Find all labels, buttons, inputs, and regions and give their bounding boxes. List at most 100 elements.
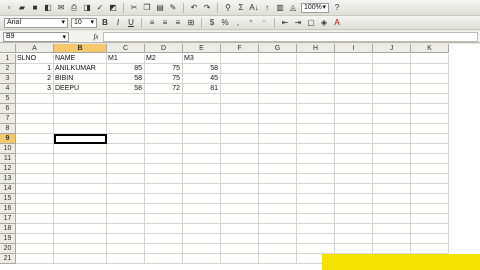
cell-d7[interactable] <box>145 114 183 124</box>
cell-a12[interactable] <box>16 164 54 174</box>
cell-k15[interactable] <box>411 194 449 204</box>
active-cell[interactable] <box>54 134 107 144</box>
row-header-5[interactable]: 5 <box>0 94 16 104</box>
formula-input[interactable] <box>103 31 478 42</box>
cell-i20[interactable] <box>335 244 373 254</box>
cell-j4[interactable] <box>373 84 411 94</box>
cell-e15[interactable] <box>183 194 221 204</box>
cell-d1[interactable]: M2 <box>145 54 183 64</box>
cell-b2[interactable]: ANILKUMAR <box>54 64 107 74</box>
cell-g12[interactable] <box>259 164 297 174</box>
cell-a14[interactable] <box>16 184 54 194</box>
cell-i7[interactable] <box>335 114 373 124</box>
cell-f12[interactable] <box>221 164 259 174</box>
fill-color-icon[interactable]: ◈ <box>319 18 329 28</box>
comma-style-icon[interactable]: , <box>233 18 243 28</box>
email-icon[interactable]: ✉ <box>56 3 66 13</box>
cell-c16[interactable] <box>107 204 145 214</box>
cell-j2[interactable] <box>373 64 411 74</box>
merge-center-icon[interactable]: ⊞ <box>186 18 196 28</box>
cell-a18[interactable] <box>16 224 54 234</box>
cell-c21[interactable] <box>107 254 145 264</box>
cell-k13[interactable] <box>411 174 449 184</box>
cell-j11[interactable] <box>373 154 411 164</box>
row-header-18[interactable]: 18 <box>0 224 16 234</box>
row-header-8[interactable]: 8 <box>0 124 16 134</box>
row-header-10[interactable]: 10 <box>0 144 16 154</box>
name-box[interactable]: B9 ▾ <box>3 31 69 42</box>
row-header-1[interactable]: 1 <box>0 54 16 64</box>
cell-k9[interactable] <box>411 134 449 144</box>
cell-b3[interactable]: BIBIN <box>54 74 107 84</box>
cell-c13[interactable] <box>107 174 145 184</box>
cell-k16[interactable] <box>411 204 449 214</box>
cell-k1[interactable] <box>411 54 449 64</box>
cell-e14[interactable] <box>183 184 221 194</box>
cell-g1[interactable] <box>259 54 297 64</box>
spelling-icon[interactable]: ✓ <box>95 3 105 13</box>
chart-wizard-icon[interactable]: ▥ <box>275 3 285 13</box>
cell-j6[interactable] <box>373 104 411 114</box>
cell-g21[interactable] <box>259 254 297 264</box>
select-all-corner[interactable] <box>0 44 16 53</box>
undo-icon[interactable]: ↶ <box>189 3 199 13</box>
cell-f21[interactable] <box>221 254 259 264</box>
cell-h6[interactable] <box>297 104 335 114</box>
cell-c20[interactable] <box>107 244 145 254</box>
cell-d6[interactable] <box>145 104 183 114</box>
cell-k11[interactable] <box>411 154 449 164</box>
cell-b6[interactable] <box>54 104 107 114</box>
decrease-decimal-icon[interactable]: ⁻ <box>259 18 269 28</box>
decrease-indent-icon[interactable]: ⇤ <box>280 18 290 28</box>
row-header-15[interactable]: 15 <box>0 194 16 204</box>
cell-c11[interactable] <box>107 154 145 164</box>
cell-g18[interactable] <box>259 224 297 234</box>
cell-b16[interactable] <box>54 204 107 214</box>
cell-g20[interactable] <box>259 244 297 254</box>
increase-decimal-icon[interactable]: ⁺ <box>246 18 256 28</box>
cell-j10[interactable] <box>373 144 411 154</box>
cell-k2[interactable] <box>411 64 449 74</box>
cell-j14[interactable] <box>373 184 411 194</box>
cell-b10[interactable] <box>54 144 107 154</box>
cell-f11[interactable] <box>221 154 259 164</box>
cell-c9[interactable] <box>107 134 145 144</box>
cell-h4[interactable] <box>297 84 335 94</box>
cell-i18[interactable] <box>335 224 373 234</box>
print-icon[interactable]: ⎙ <box>69 3 79 13</box>
column-header-a[interactable]: A <box>16 44 54 53</box>
cell-e4[interactable]: 81 <box>183 84 221 94</box>
cell-c12[interactable] <box>107 164 145 174</box>
cell-e5[interactable] <box>183 94 221 104</box>
cell-b19[interactable] <box>54 234 107 244</box>
row-header-9[interactable]: 9 <box>0 134 16 144</box>
cell-d8[interactable] <box>145 124 183 134</box>
row-header-19[interactable]: 19 <box>0 234 16 244</box>
cell-h20[interactable] <box>297 244 335 254</box>
cell-h16[interactable] <box>297 204 335 214</box>
cell-j18[interactable] <box>373 224 411 234</box>
cell-e16[interactable] <box>183 204 221 214</box>
cell-a9[interactable] <box>16 134 54 144</box>
cell-h9[interactable] <box>297 134 335 144</box>
cell-e6[interactable] <box>183 104 221 114</box>
cell-g15[interactable] <box>259 194 297 204</box>
cell-b1[interactable]: NAME <box>54 54 107 64</box>
cell-g8[interactable] <box>259 124 297 134</box>
save-icon[interactable]: ■ <box>30 3 40 13</box>
increase-indent-icon[interactable]: ⇥ <box>293 18 303 28</box>
cell-c2[interactable]: 85 <box>107 64 145 74</box>
row-header-13[interactable]: 13 <box>0 174 16 184</box>
cell-f14[interactable] <box>221 184 259 194</box>
cell-b11[interactable] <box>54 154 107 164</box>
cell-k6[interactable] <box>411 104 449 114</box>
cell-g14[interactable] <box>259 184 297 194</box>
cell-e19[interactable] <box>183 234 221 244</box>
cell-d5[interactable] <box>145 94 183 104</box>
cell-k14[interactable] <box>411 184 449 194</box>
copy-icon[interactable]: ❐ <box>142 3 152 13</box>
cell-i10[interactable] <box>335 144 373 154</box>
cell-j3[interactable] <box>373 74 411 84</box>
cell-h5[interactable] <box>297 94 335 104</box>
cell-b8[interactable] <box>54 124 107 134</box>
